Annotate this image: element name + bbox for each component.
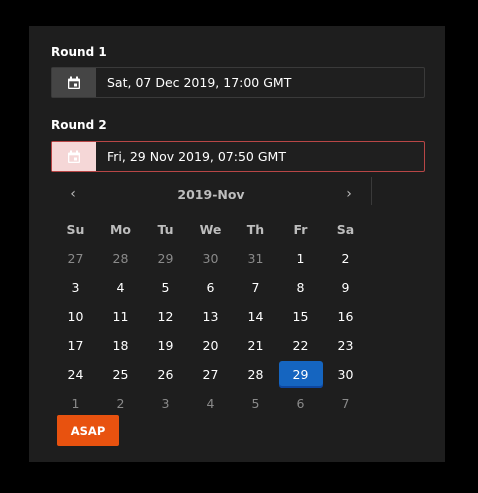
calendar-day[interactable]: 1 xyxy=(53,389,98,418)
calendar-day[interactable]: 10 xyxy=(53,302,98,331)
calendar-day[interactable]: 31 xyxy=(233,244,278,273)
calendar-day[interactable]: 18 xyxy=(98,331,143,360)
calendar-day[interactable]: 20 xyxy=(188,331,233,360)
asap-button[interactable]: ASAP xyxy=(57,415,119,446)
calendar-day[interactable]: 30 xyxy=(323,360,368,389)
calendar-day[interactable]: 15 xyxy=(278,302,323,331)
calendar-day[interactable]: 3 xyxy=(53,273,98,302)
calendar-day[interactable]: 3 xyxy=(143,389,188,418)
calendar-week-row: 10 11 12 13 14 15 16 xyxy=(53,302,369,331)
calendar-day[interactable]: 6 xyxy=(278,389,323,418)
calendar-day[interactable]: 24 xyxy=(53,360,98,389)
calendar-day-selected[interactable]: 29 xyxy=(278,360,323,389)
calendar-day[interactable]: 22 xyxy=(278,331,323,360)
schedule-panel: Round 1 Sat, 07 Dec 2019, 17:00 GMT Roun… xyxy=(29,26,445,462)
calendar-grid: Su Mo Tu We Th Fr Sa 27 28 29 30 31 1 2 3 4 5 6 7 8 9 10 11 12 1… xyxy=(53,215,369,418)
calendar-header: 2019-Nov ‹ › xyxy=(53,181,369,209)
calendar-day[interactable]: 6 xyxy=(188,273,233,302)
calendar-week-row: 3456789 xyxy=(53,273,369,302)
calendar-day[interactable]: 29 xyxy=(143,244,188,273)
weekday-label: Fr xyxy=(293,222,308,237)
calendar-icon[interactable] xyxy=(52,142,96,171)
calendar-day[interactable]: 2 xyxy=(323,244,368,273)
calendar-week-row: 27 28 29 30 31 1 2 xyxy=(53,244,369,273)
calendar-day[interactable]: 25 xyxy=(98,360,143,389)
calendar-icon[interactable] xyxy=(52,68,96,97)
next-month-button[interactable]: › xyxy=(337,184,361,204)
round2-date-value: Fri, 29 Nov 2019, 07:50 GMT xyxy=(107,149,286,164)
calendar-week-row: 24 25 26 27 28 29 30 xyxy=(53,360,369,389)
calendar-day[interactable]: 27 xyxy=(188,360,233,389)
calendar-day[interactable]: 19 xyxy=(143,331,188,360)
round2-date-field[interactable]: Fri, 29 Nov 2019, 07:50 GMT xyxy=(51,141,425,172)
calendar-day[interactable]: 2 xyxy=(98,389,143,418)
weekday-label: Mo xyxy=(109,222,132,237)
calendar-day[interactable]: 4 xyxy=(188,389,233,418)
calendar-day[interactable]: 26 xyxy=(143,360,188,389)
calendar-day[interactable]: 8 xyxy=(278,273,323,302)
calendar-week-row: 1234567 xyxy=(53,389,369,418)
calendar-day[interactable]: 14 xyxy=(233,302,278,331)
calendar-day[interactable]: 11 xyxy=(98,302,143,331)
calendar-day[interactable]: 30 xyxy=(188,244,233,273)
calendar-day[interactable]: 27 xyxy=(53,244,98,273)
weekday-label: We xyxy=(199,222,222,237)
calendar-day[interactable]: 1 xyxy=(278,244,323,273)
calendar-day[interactable]: 13 xyxy=(188,302,233,331)
weekday-label: Th xyxy=(246,222,265,237)
selected-day-label: 29 xyxy=(278,361,323,388)
weekday-label: Tu xyxy=(157,222,174,237)
calendar-day[interactable]: 23 xyxy=(323,331,368,360)
calendar-day[interactable]: 21 xyxy=(233,331,278,360)
divider xyxy=(371,177,372,205)
weekday-header-row: Su Mo Tu We Th Fr Sa xyxy=(53,215,369,244)
calendar-month-title[interactable]: 2019-Nov xyxy=(53,181,369,209)
calendar-day[interactable]: 16 xyxy=(323,302,368,331)
round2-label: Round 2 xyxy=(51,118,107,132)
calendar-day[interactable]: 28 xyxy=(233,360,278,389)
calendar-day[interactable]: 5 xyxy=(143,273,188,302)
calendar-day[interactable]: 5 xyxy=(233,389,278,418)
calendar-day[interactable]: 7 xyxy=(233,273,278,302)
round1-date-field[interactable]: Sat, 07 Dec 2019, 17:00 GMT xyxy=(51,67,425,98)
calendar-day[interactable]: 12 xyxy=(143,302,188,331)
calendar-day[interactable]: 17 xyxy=(53,331,98,360)
round1-label: Round 1 xyxy=(51,45,107,59)
calendar-day[interactable]: 28 xyxy=(98,244,143,273)
calendar-day[interactable]: 7 xyxy=(323,389,368,418)
calendar-week-row: 17 18 19 20 21 22 23 xyxy=(53,331,369,360)
prev-month-button[interactable]: ‹ xyxy=(61,184,85,204)
weekday-label: Sa xyxy=(336,222,355,237)
weekday-label: Su xyxy=(66,222,85,237)
calendar-day[interactable]: 4 xyxy=(98,273,143,302)
round1-date-value: Sat, 07 Dec 2019, 17:00 GMT xyxy=(107,75,292,90)
calendar-day[interactable]: 9 xyxy=(323,273,368,302)
